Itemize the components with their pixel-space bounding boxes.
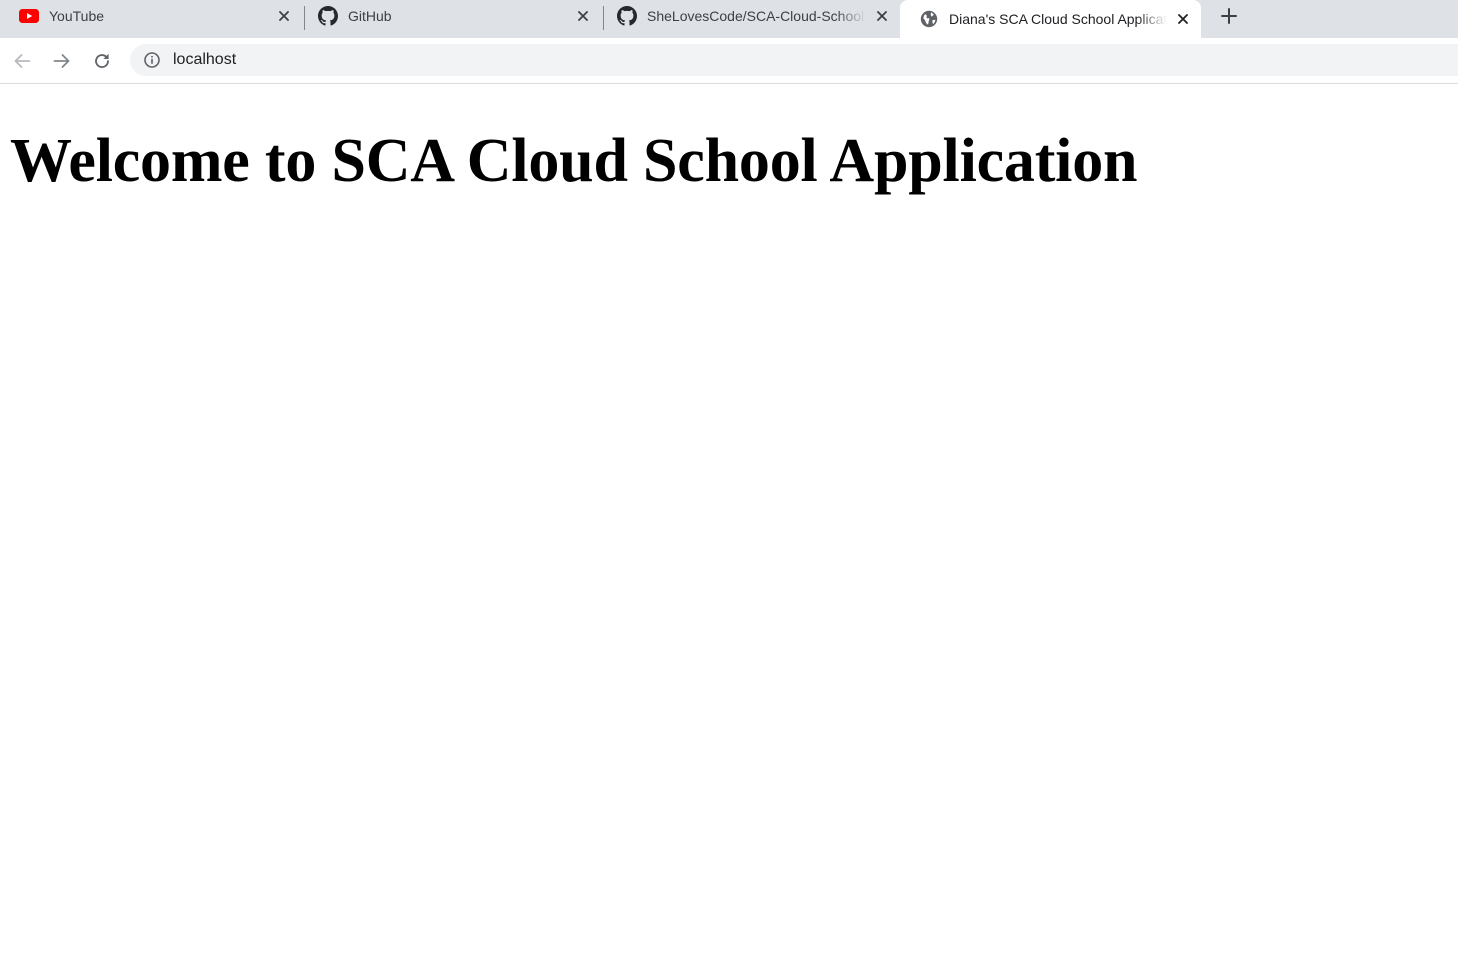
youtube-icon — [19, 6, 39, 26]
reload-button[interactable] — [88, 47, 116, 75]
info-icon[interactable] — [142, 50, 162, 70]
github-icon — [617, 6, 637, 26]
tab-github[interactable]: GitHub — [299, 0, 601, 32]
close-icon[interactable] — [274, 6, 294, 26]
tab-title: GitHub — [348, 7, 392, 24]
tab-strip: YouTube GitHub SheLovesCode/SCA-Cloud-Sc… — [0, 0, 1458, 38]
tab-title: YouTube — [49, 7, 105, 24]
tab-title: Diana's SCA Cloud School Application — [949, 10, 1167, 27]
close-icon[interactable] — [573, 6, 593, 26]
address-bar[interactable]: localhost — [130, 44, 1458, 76]
page-content: Welcome to SCA Cloud School Application — [0, 126, 1458, 197]
new-tab-button[interactable] — [1216, 3, 1242, 29]
arrow-right-icon — [53, 54, 70, 68]
tab-title: SheLovesCode/SCA-Cloud-School-Applicatio… — [647, 7, 866, 24]
browser-toolbar: localhost — [0, 38, 1458, 84]
back-button[interactable] — [8, 47, 36, 75]
plus-icon — [1221, 8, 1237, 24]
reload-icon — [95, 53, 109, 68]
github-icon — [318, 6, 338, 26]
url-text[interactable]: localhost — [173, 51, 236, 69]
page-heading: Welcome to SCA Cloud School Application — [10, 127, 1138, 195]
close-icon[interactable] — [872, 6, 892, 26]
close-icon[interactable] — [1173, 9, 1193, 29]
globe-icon — [919, 9, 939, 29]
tab-repo[interactable]: SheLovesCode/SCA-Cloud-School-Applicatio… — [598, 0, 900, 32]
tab-youtube[interactable]: YouTube — [0, 0, 302, 32]
arrow-left-icon — [14, 54, 31, 68]
tab-active-app[interactable]: Diana's SCA Cloud School Application — [900, 0, 1201, 38]
forward-button[interactable] — [48, 47, 76, 75]
